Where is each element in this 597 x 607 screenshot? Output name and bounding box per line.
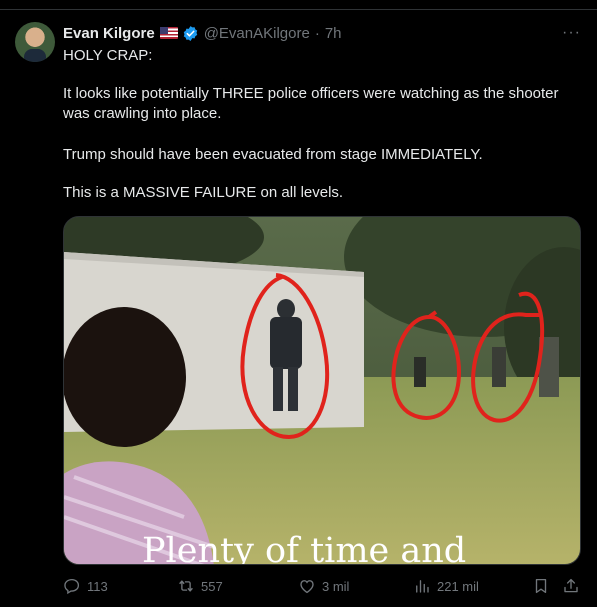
reply-icon (64, 578, 80, 595)
avatar[interactable] (15, 22, 55, 62)
time-separator: · (314, 24, 320, 42)
repost-icon (179, 580, 193, 592)
bookmark-button[interactable] (532, 577, 550, 595)
views-button[interactable]: 221 mil (413, 577, 479, 595)
like-count: 3 mil (322, 578, 350, 594)
verified-badge-icon (183, 25, 197, 41)
reply-count: 113 (87, 578, 108, 594)
views-icon (416, 580, 429, 593)
reply-button[interactable]: 113 (63, 577, 108, 595)
timestamp[interactable]: 7h (325, 25, 342, 42)
tweet-line: Trump should have been evacuated from st… (63, 146, 483, 163)
top-divider (0, 9, 597, 10)
display-name[interactable]: Evan Kilgore (63, 25, 155, 42)
tweet-line: It looks like potentially THREE police o… (63, 85, 559, 122)
share-button[interactable] (562, 577, 580, 595)
handle[interactable]: @EvanAKilgore (204, 25, 310, 42)
like-button[interactable]: 3 mil (298, 577, 349, 595)
action-bar: 113 557 3 mil 221 mil (0, 576, 597, 598)
repost-count: 557 (201, 578, 223, 594)
tweet-line: HOLY CRAP: (63, 47, 153, 64)
repost-button[interactable]: 557 (177, 577, 223, 595)
bookmark-icon (535, 578, 547, 594)
flag-us-icon (159, 27, 178, 39)
video-caption: Plenty of time and (142, 531, 466, 565)
tweet-header: Evan Kilgore @EvanAKilgore · 7h (63, 23, 342, 43)
video-thumbnail[interactable]: Plenty of time and (63, 216, 581, 565)
tweet-line: This is a MASSIVE FAILURE on all levels. (63, 184, 344, 201)
views-count: 221 mil (437, 578, 479, 594)
share-icon (564, 578, 578, 593)
like-icon (300, 580, 314, 594)
more-icon[interactable]: ··· (562, 24, 581, 42)
